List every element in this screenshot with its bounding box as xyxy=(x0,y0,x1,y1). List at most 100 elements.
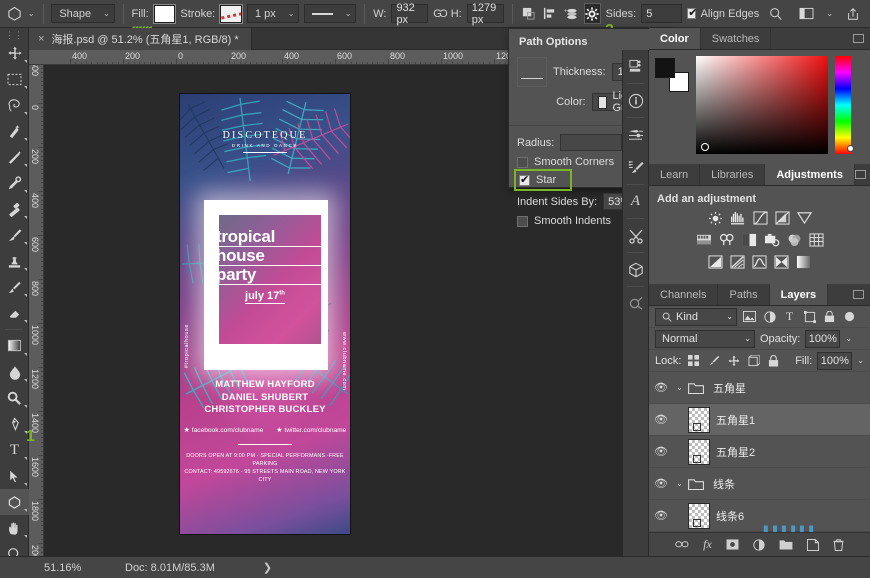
brushes-icon[interactable] xyxy=(623,151,648,184)
black-white-icon[interactable] xyxy=(742,233,757,251)
layer-row-shape-3[interactable]: 👁 线条6 xyxy=(649,500,870,532)
gradient-map-icon[interactable] xyxy=(796,255,811,272)
layer-row-group-1[interactable]: 👁 ⌄ 五角星 xyxy=(649,372,870,404)
spot-healing-tool[interactable] xyxy=(0,196,29,222)
adjustment-layer-icon[interactable] xyxy=(753,539,765,551)
layer-row-shape-1[interactable]: 👁 五角星1 xyxy=(649,404,870,436)
zoom-level[interactable]: 51.16% xyxy=(0,562,85,574)
vibrance-icon[interactable] xyxy=(797,211,812,229)
status-expand-arrow[interactable]: ❯ xyxy=(215,561,272,574)
levels-icon[interactable] xyxy=(730,211,746,229)
new-layer-icon[interactable] xyxy=(807,539,819,551)
path-operations-icon[interactable] xyxy=(520,3,536,24)
star-row[interactable]: Star xyxy=(517,172,569,188)
layers-panel-menu[interactable] xyxy=(853,284,870,305)
color-balance-icon[interactable] xyxy=(719,233,735,251)
eraser-tool[interactable] xyxy=(0,300,29,326)
hue-saturation-icon[interactable] xyxy=(696,233,712,251)
color-panel-foreground-swatch[interactable] xyxy=(655,58,675,78)
sides-input[interactable]: 5 xyxy=(641,4,682,23)
brush-tool[interactable] xyxy=(0,222,29,248)
threshold-icon[interactable] xyxy=(752,255,767,272)
layer-row-shape-2[interactable]: 👁 五角星2 xyxy=(649,436,870,468)
lock-transparent-icon[interactable] xyxy=(686,353,701,369)
vertical-ruler[interactable]: 6000200400600800100012001400160018002000 xyxy=(29,65,44,556)
tab-learn[interactable]: Learn xyxy=(649,164,700,185)
lock-image-icon[interactable] xyxy=(706,353,721,369)
eye-icon[interactable]: 👁 xyxy=(649,509,673,522)
opacity-input[interactable]: 100% xyxy=(805,330,840,348)
layer-row-group-2[interactable]: 👁 ⌄ 线条 xyxy=(649,468,870,500)
height-input[interactable]: 1279 px xyxy=(467,4,504,23)
layer-mask-icon[interactable] xyxy=(726,539,739,550)
layer-style-icon[interactable]: fx xyxy=(703,537,712,552)
chevron-down-icon[interactable]: ⌄ xyxy=(673,479,686,488)
path-arrangement-icon[interactable]: + xyxy=(563,3,579,24)
fill-swatch[interactable] xyxy=(154,5,176,23)
brush-settings-icon[interactable] xyxy=(623,118,648,151)
lock-all-icon[interactable] xyxy=(766,353,781,369)
eyedropper-tool[interactable] xyxy=(0,170,29,196)
blur-tool[interactable] xyxy=(0,359,29,385)
gear-icon[interactable] xyxy=(584,3,601,24)
eye-icon[interactable]: 👁 xyxy=(649,445,673,458)
document-tab[interactable]: × 海报.psd @ 51.2% (五角星1, RGB/8) * xyxy=(29,28,252,50)
shape-mode-select[interactable]: Shape ⌄ xyxy=(51,4,115,23)
tab-swatches[interactable]: Swatches xyxy=(701,28,772,49)
workspace-switcher-icon[interactable] xyxy=(795,3,818,24)
layer-filter-kind-select[interactable]: Kind ⌄ xyxy=(655,308,737,326)
toolbox-grip[interactable]: ⋮⋮ xyxy=(0,31,28,40)
polygon-shape-tool[interactable] xyxy=(0,489,29,515)
tool-preset-chevron-icon[interactable]: ⌄ xyxy=(28,9,35,18)
shape-filter-icon[interactable] xyxy=(802,309,817,325)
chevron-down-icon[interactable]: ⌄ xyxy=(845,334,852,343)
channel-mixer-icon[interactable] xyxy=(787,233,802,251)
workspace-chevron-icon[interactable]: ⌄ xyxy=(826,9,833,18)
gradient-tool[interactable] xyxy=(0,333,29,359)
type-tool[interactable]: T xyxy=(0,437,29,463)
color-panel-swatches[interactable] xyxy=(655,58,689,92)
layer-thumbnail[interactable] xyxy=(688,407,710,433)
fill-input[interactable]: 100% xyxy=(817,352,852,370)
type-filter-icon[interactable]: T xyxy=(782,309,797,325)
history-brush-tool[interactable] xyxy=(0,274,29,300)
3d-icon[interactable] xyxy=(623,253,648,286)
brightness-contrast-icon[interactable] xyxy=(708,211,723,229)
share-icon[interactable] xyxy=(841,3,864,24)
tab-layers[interactable]: Layers xyxy=(770,284,828,305)
color-panel-menu[interactable] xyxy=(853,28,870,49)
tab-channels[interactable]: Channels xyxy=(649,284,718,305)
smooth-indents-checkbox[interactable] xyxy=(517,216,528,227)
layer-thumbnail[interactable] xyxy=(688,503,710,529)
character-styles-icon[interactable]: A xyxy=(623,185,648,218)
invert-icon[interactable] xyxy=(708,255,723,272)
marquee-tool[interactable] xyxy=(0,66,29,92)
tab-paths[interactable]: Paths xyxy=(718,284,769,305)
pixel-filter-icon[interactable] xyxy=(742,309,757,325)
blend-mode-select[interactable]: Normal ⌄ xyxy=(655,330,755,348)
exposure-icon[interactable] xyxy=(775,211,790,229)
properties-icon[interactable] xyxy=(623,50,648,83)
hue-slider[interactable] xyxy=(835,56,851,154)
width-input[interactable]: 932 px xyxy=(391,4,428,23)
curves-icon[interactable] xyxy=(753,211,768,229)
stroke-style-select[interactable]: ⌄ xyxy=(304,4,356,23)
close-icon[interactable]: × xyxy=(38,33,44,45)
poster-artwork[interactable]: DISCOTEQUE DRINK AND DANCE tropical hous… xyxy=(180,94,350,534)
star-checkbox[interactable] xyxy=(519,175,530,186)
dodge-tool[interactable] xyxy=(0,385,29,411)
adjustments-panel-menu[interactable] xyxy=(855,164,870,185)
stroke-swatch[interactable] xyxy=(220,5,242,23)
lock-artboard-icon[interactable] xyxy=(746,353,761,369)
color-lookup-icon[interactable] xyxy=(809,233,824,251)
color-picker-handle[interactable] xyxy=(701,143,709,151)
search-icon[interactable] xyxy=(764,3,787,24)
selective-color-icon[interactable] xyxy=(774,255,789,272)
link-layers-icon[interactable] xyxy=(675,540,689,549)
layer-thumbnail[interactable] xyxy=(688,439,710,465)
adjustment-filter-icon[interactable] xyxy=(762,309,777,325)
eye-icon[interactable]: 👁 xyxy=(649,413,673,426)
hand-tool[interactable] xyxy=(0,515,29,541)
tab-libraries[interactable]: Libraries xyxy=(700,164,765,185)
paths-rail-icon[interactable] xyxy=(623,287,648,320)
